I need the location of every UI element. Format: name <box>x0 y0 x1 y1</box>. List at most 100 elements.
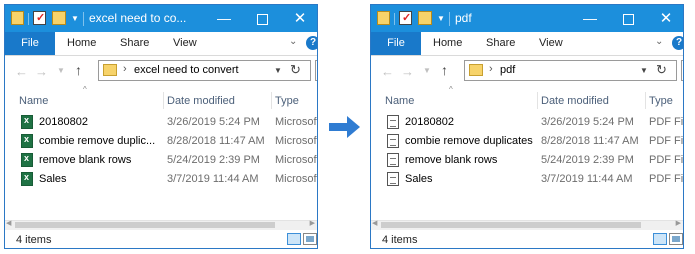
file-row[interactable]: remove blank rows 5/24/2019 2:39 PM PDF … <box>371 151 683 170</box>
chevron-down-icon[interactable]: ▼ <box>71 14 79 23</box>
chevron-right-icon[interactable]: › <box>123 63 127 75</box>
address-bar[interactable]: › pdf ▼ ↻ <box>464 60 677 81</box>
file-name[interactable]: Sales <box>405 173 545 185</box>
ribbon: File Home Share View ⌄ ? <box>5 32 317 56</box>
file-name[interactable]: remove blank rows <box>39 154 163 166</box>
column-name[interactable]: Name <box>385 95 414 107</box>
file-type: PDF File <box>649 116 684 128</box>
column-date-modified[interactable]: Date modified <box>541 95 609 107</box>
help-icon[interactable]: ? <box>672 36 683 50</box>
address-path[interactable]: pdf <box>500 64 515 76</box>
separator <box>83 12 84 26</box>
up-arrow-icon[interactable]: ↑ <box>75 62 82 78</box>
scroll-right-icon[interactable]: ▶ <box>676 219 681 227</box>
scroll-right-icon[interactable]: ▶ <box>310 219 315 227</box>
large-icons-view-icon[interactable] <box>303 233 317 245</box>
pdf-file-icon <box>387 153 399 167</box>
scroll-left-icon[interactable]: ◀ <box>372 219 377 227</box>
file-name[interactable]: 20180802 <box>405 116 545 128</box>
file-date: 8/28/2018 11:47 AM <box>167 135 265 147</box>
tab-home[interactable]: Home <box>433 32 462 55</box>
search-input[interactable]: ⚲ <box>681 60 683 81</box>
properties-icon[interactable]: ✓ <box>399 11 412 25</box>
scrollbar-thumb[interactable] <box>15 222 275 228</box>
chevron-down-icon[interactable]: ▼ <box>640 66 648 75</box>
title-bar: ✓ ▼ excel need to co... — ✕ <box>5 5 317 32</box>
maximize-button[interactable] <box>609 5 647 32</box>
file-row[interactable]: Sales 3/7/2019 11:44 AM PDF File <box>371 170 683 189</box>
chevron-down-icon[interactable]: ▼ <box>274 66 282 75</box>
horizontal-scrollbar[interactable]: ◀ ▶ <box>5 220 317 230</box>
column-divider[interactable] <box>163 92 164 109</box>
forward-arrow-icon[interactable]: → <box>401 64 414 79</box>
back-arrow-icon[interactable]: ← <box>381 64 394 79</box>
horizontal-scrollbar[interactable]: ◀ ▶ <box>371 220 683 230</box>
address-path[interactable]: excel need to convert <box>134 64 239 76</box>
pdf-file-icon <box>387 115 399 129</box>
search-input[interactable]: ⚲ <box>315 60 317 81</box>
file-row[interactable]: Sales 3/7/2019 11:44 AM Microsoft E <box>5 170 317 189</box>
details-view-icon[interactable] <box>653 233 667 245</box>
tab-view[interactable]: View <box>539 32 563 55</box>
tab-home[interactable]: Home <box>67 32 96 55</box>
column-divider[interactable] <box>645 92 646 109</box>
pdf-file-icon <box>387 172 399 186</box>
tab-file[interactable]: File <box>5 32 55 55</box>
refresh-icon[interactable]: ↻ <box>290 62 301 78</box>
file-name[interactable]: Sales <box>39 173 163 185</box>
file-row[interactable]: remove blank rows 5/24/2019 2:39 PM Micr… <box>5 151 317 170</box>
refresh-icon[interactable]: ↻ <box>656 62 667 78</box>
file-name[interactable]: combie remove duplicates <box>405 135 545 147</box>
file-date: 3/7/2019 11:44 AM <box>167 173 259 185</box>
address-bar[interactable]: › excel need to convert ▼ ↻ <box>98 60 311 81</box>
column-divider[interactable] <box>537 92 538 109</box>
tab-file[interactable]: File <box>371 32 421 55</box>
separator <box>394 13 395 25</box>
separator <box>28 13 29 25</box>
recent-locations-icon[interactable]: ▼ <box>423 66 431 75</box>
new-folder-icon[interactable] <box>418 11 432 25</box>
file-name[interactable]: combie remove duplic... <box>39 135 163 147</box>
sort-arrow-icon: ^ <box>449 85 453 94</box>
scrollbar-thumb[interactable] <box>381 222 641 228</box>
new-folder-icon[interactable] <box>52 11 66 25</box>
expand-ribbon-icon[interactable]: ⌄ <box>655 36 663 47</box>
chevron-right-icon[interactable]: › <box>489 63 493 75</box>
column-divider[interactable] <box>271 92 272 109</box>
minimize-button[interactable]: — <box>571 5 609 32</box>
expand-ribbon-icon[interactable]: ⌄ <box>289 36 297 47</box>
tab-share[interactable]: Share <box>120 32 149 55</box>
forward-arrow-icon[interactable]: → <box>35 64 48 79</box>
large-icons-view-icon[interactable] <box>669 233 683 245</box>
close-button[interactable]: ✕ <box>647 5 683 32</box>
minimize-button[interactable]: — <box>205 5 243 32</box>
back-arrow-icon[interactable]: ← <box>15 64 28 79</box>
close-button[interactable]: ✕ <box>281 5 317 32</box>
details-view-icon[interactable] <box>287 233 301 245</box>
column-date-modified[interactable]: Date modified <box>167 95 235 107</box>
maximize-button[interactable] <box>243 5 281 32</box>
folder-icon <box>377 11 390 25</box>
help-icon[interactable]: ? <box>306 36 317 50</box>
file-row[interactable]: 20180802 3/26/2019 5:24 PM Microsoft E <box>5 113 317 132</box>
properties-icon[interactable]: ✓ <box>33 11 46 25</box>
chevron-down-icon[interactable]: ▼ <box>437 14 445 23</box>
tab-share[interactable]: Share <box>486 32 515 55</box>
recent-locations-icon[interactable]: ▼ <box>57 66 65 75</box>
tab-view[interactable]: View <box>173 32 197 55</box>
file-date: 3/26/2019 5:24 PM <box>541 116 634 128</box>
excel-file-icon <box>21 153 33 167</box>
file-row[interactable]: combie remove duplic... 8/28/2018 11:47 … <box>5 132 317 151</box>
file-row[interactable]: 20180802 3/26/2019 5:24 PM PDF File <box>371 113 683 132</box>
file-date: 3/26/2019 5:24 PM <box>167 116 260 128</box>
address-row: ← → ▼ ↑ › pdf ▼ ↻ ⚲ <box>371 56 683 86</box>
up-arrow-icon[interactable]: ↑ <box>441 62 448 78</box>
column-type[interactable]: Type <box>649 95 673 107</box>
file-row[interactable]: combie remove duplicates 8/28/2018 11:47… <box>371 132 683 151</box>
column-type[interactable]: Type <box>275 95 299 107</box>
column-name[interactable]: Name <box>19 95 48 107</box>
scroll-left-icon[interactable]: ◀ <box>6 219 11 227</box>
file-name[interactable]: remove blank rows <box>405 154 545 166</box>
pdf-file-icon <box>387 134 399 148</box>
file-name[interactable]: 20180802 <box>39 116 163 128</box>
